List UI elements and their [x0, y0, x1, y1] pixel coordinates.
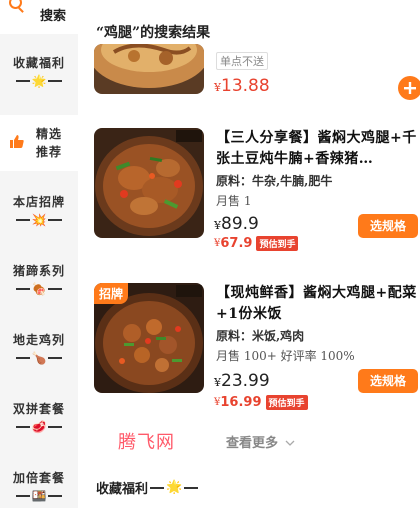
thumbs-up-icon [10, 135, 24, 148]
sidebar-item-featured[interactable]: 精选 推荐 [0, 115, 78, 171]
product-sales: 月售 100+ 好评率 100% [216, 349, 355, 363]
chevron-down-icon [285, 440, 295, 446]
see-more-row: 腾飞网 查看更多 [78, 426, 420, 456]
sidebar-item-double-combo[interactable]: 双拼套餐 🥩 [0, 401, 78, 434]
sidebar-item-trotters[interactable]: 猪蹄系列 🍖 [0, 263, 78, 296]
drumstick-icon: 🍗 [31, 351, 47, 365]
sidebar-search-tab[interactable]: 搜索 [0, 0, 78, 34]
price: ¥23.99 [214, 371, 270, 391]
price: ¥13.88 [214, 76, 270, 96]
sidebar-item-label: 收藏福利 [12, 56, 65, 70]
estimated-price: ¥67.9 预估到手 [214, 236, 299, 251]
add-to-cart-button[interactable] [398, 76, 420, 100]
sidebar-item-label: 加倍套餐 [12, 471, 65, 485]
boom-icon: 💥 [31, 213, 47, 227]
signature-badge: 招牌 [94, 283, 129, 304]
sidebar-item-label: 地走鸡列 [12, 333, 65, 347]
product-ingredients: 原料：米饭,鸡肉 [216, 329, 305, 343]
product-image [94, 44, 204, 94]
sidebar-item-extra-combo[interactable]: 加倍套餐 🍱 [0, 470, 78, 503]
plus-icon [404, 82, 416, 94]
sidebar-item-label: 精选 [36, 127, 63, 141]
sidebar-item-label: 双拼套餐 [12, 402, 65, 416]
estimated-price: ¥16.99 预估到手 [214, 395, 308, 410]
product-title: 【三人分享餐】酱焖大鸡腿+千张土豆炖牛腩+香辣猪… [216, 130, 417, 167]
product-sales: 月售 1 [216, 194, 252, 208]
sidebar-item-label: 本店招牌 [12, 195, 65, 209]
sidebar-item-label: 推荐 [36, 145, 63, 159]
product-card[interactable]: 招牌 【现炖鲜香】酱焖大鸡腿+配菜+1份米饭 原料：米饭,鸡肉 月售 100+ … [94, 283, 420, 413]
search-icon [9, 0, 22, 9]
estimated-price-tag: 预估到手 [256, 236, 299, 251]
steak-icon: 🥩 [31, 420, 47, 434]
sidebar-item-favorites[interactable]: 收藏福利 🌟 [0, 55, 78, 88]
product-title: 【现炖鲜香】酱焖大鸡腿+配菜+1份米饭 [216, 285, 417, 322]
section-title: 收藏福利 🌟 [96, 478, 200, 497]
sidebar-search-label: 搜索 [40, 9, 67, 24]
category-sidebar: 搜索 收藏福利 🌟 精选 推荐 本店招牌 💥 猪蹄系列 🍖 地走鸡列 🍗 双拼套… [0, 0, 78, 508]
page-title: “鸡腿”的搜索结果 [96, 25, 211, 41]
product-card[interactable]: 【三人分享餐】酱焖大鸡腿+千张土豆炖牛腩+香辣猪… 原料：牛杂,牛腩,肥牛 月售… [94, 128, 420, 251]
price: ¥89.9 [214, 214, 259, 234]
search-results-panel: “鸡腿”的搜索结果 单点不送 ¥13.88 【三人分享餐】酱焖大鸡腿+千张土豆炖… [78, 0, 420, 508]
meat-icon: 🍖 [31, 282, 47, 296]
select-spec-button[interactable]: 选规格 [358, 369, 418, 393]
watermark: 腾飞网 [118, 432, 175, 453]
star-icon: 🌟 [31, 74, 47, 88]
sidebar-item-chicken[interactable]: 地走鸡列 🍗 [0, 332, 78, 365]
see-more-link[interactable]: 查看更多 [226, 432, 295, 451]
sidebar-item-signature[interactable]: 本店招牌 💥 [0, 194, 78, 227]
no-single-delivery-tag: 单点不送 [216, 52, 268, 70]
select-spec-button[interactable]: 选规格 [358, 214, 418, 238]
product-card[interactable]: 单点不送 ¥13.88 [94, 44, 420, 100]
sidebar-item-label: 猪蹄系列 [12, 264, 65, 278]
bento-icon: 🍱 [31, 489, 47, 503]
product-image [94, 128, 204, 238]
estimated-price-tag: 预估到手 [265, 395, 308, 410]
product-ingredients: 原料：牛杂,牛腩,肥牛 [216, 174, 333, 188]
star-icon: 🌟 [166, 480, 183, 495]
